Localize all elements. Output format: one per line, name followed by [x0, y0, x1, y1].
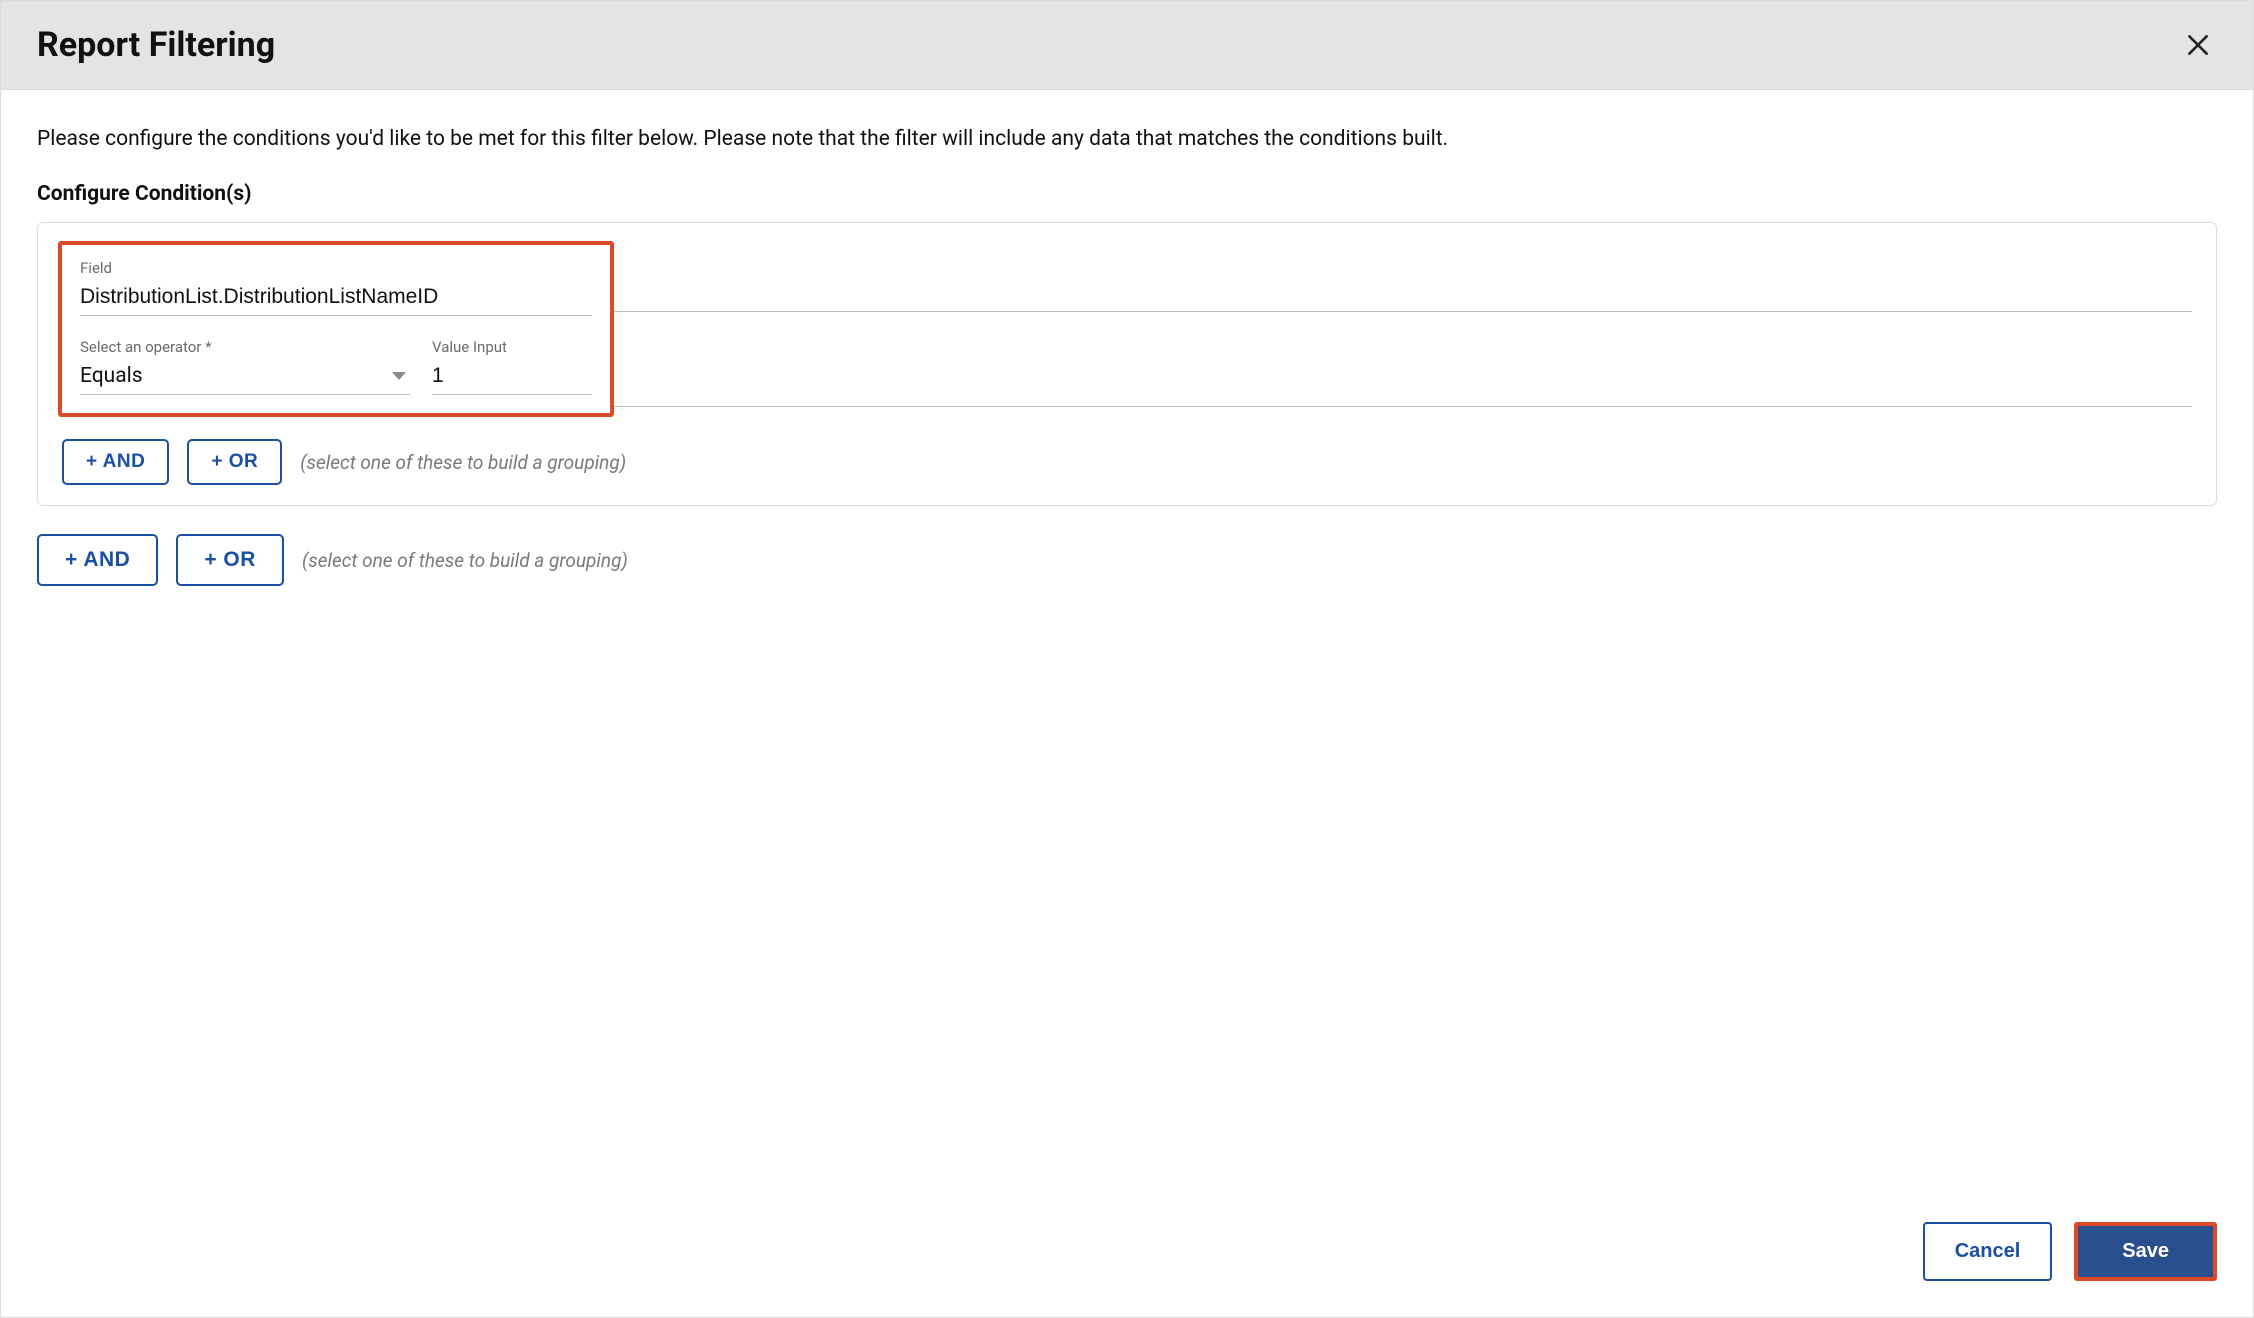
value-column: Value Input [432, 338, 592, 395]
close-icon [2185, 46, 2211, 61]
chevron-down-icon [392, 372, 406, 380]
underline-extension [614, 241, 2196, 407]
outer-grouping-hint: (select one of these to build a grouping… [302, 549, 628, 572]
configure-conditions-label: Configure Condition(s) [37, 182, 2217, 206]
inner-or-button[interactable]: + OR [187, 439, 282, 485]
close-button[interactable] [2179, 26, 2217, 64]
report-filtering-modal: Report Filtering Please configure the co… [0, 0, 2254, 1318]
modal-footer: Cancel Save [1, 1212, 2253, 1317]
inner-grouping-hint: (select one of these to build a grouping… [300, 451, 626, 474]
save-button[interactable]: Save [2078, 1226, 2213, 1277]
field-input[interactable] [80, 281, 592, 316]
save-highlight: Save [2074, 1222, 2217, 1281]
instructions-text: Please configure the conditions you'd li… [37, 124, 2217, 154]
modal-body: Please configure the conditions you'd li… [1, 90, 2253, 1212]
value-input[interactable] [432, 360, 592, 395]
operator-value: Equals [80, 364, 392, 388]
field-group: Field [80, 259, 592, 316]
modal-title: Report Filtering [37, 25, 275, 65]
modal-header: Report Filtering [1, 1, 2253, 90]
condition-group: Field Select an operator * Equals [37, 222, 2217, 506]
outer-and-button[interactable]: + AND [37, 534, 158, 586]
condition-highlight: Field Select an operator * Equals [58, 241, 614, 417]
outer-grouping-row: + AND + OR (select one of these to build… [37, 534, 2217, 586]
inner-and-button[interactable]: + AND [62, 439, 169, 485]
field-label: Field [80, 259, 592, 277]
inner-grouping-row: + AND + OR (select one of these to build… [58, 439, 2196, 485]
operator-column: Select an operator * Equals [80, 338, 410, 395]
operator-value-row: Select an operator * Equals Value Input [80, 338, 592, 395]
value-label: Value Input [432, 338, 592, 356]
outer-or-button[interactable]: + OR [176, 534, 284, 586]
operator-label: Select an operator * [80, 338, 410, 356]
cancel-button[interactable]: Cancel [1923, 1222, 2053, 1281]
operator-select[interactable]: Equals [80, 360, 410, 395]
